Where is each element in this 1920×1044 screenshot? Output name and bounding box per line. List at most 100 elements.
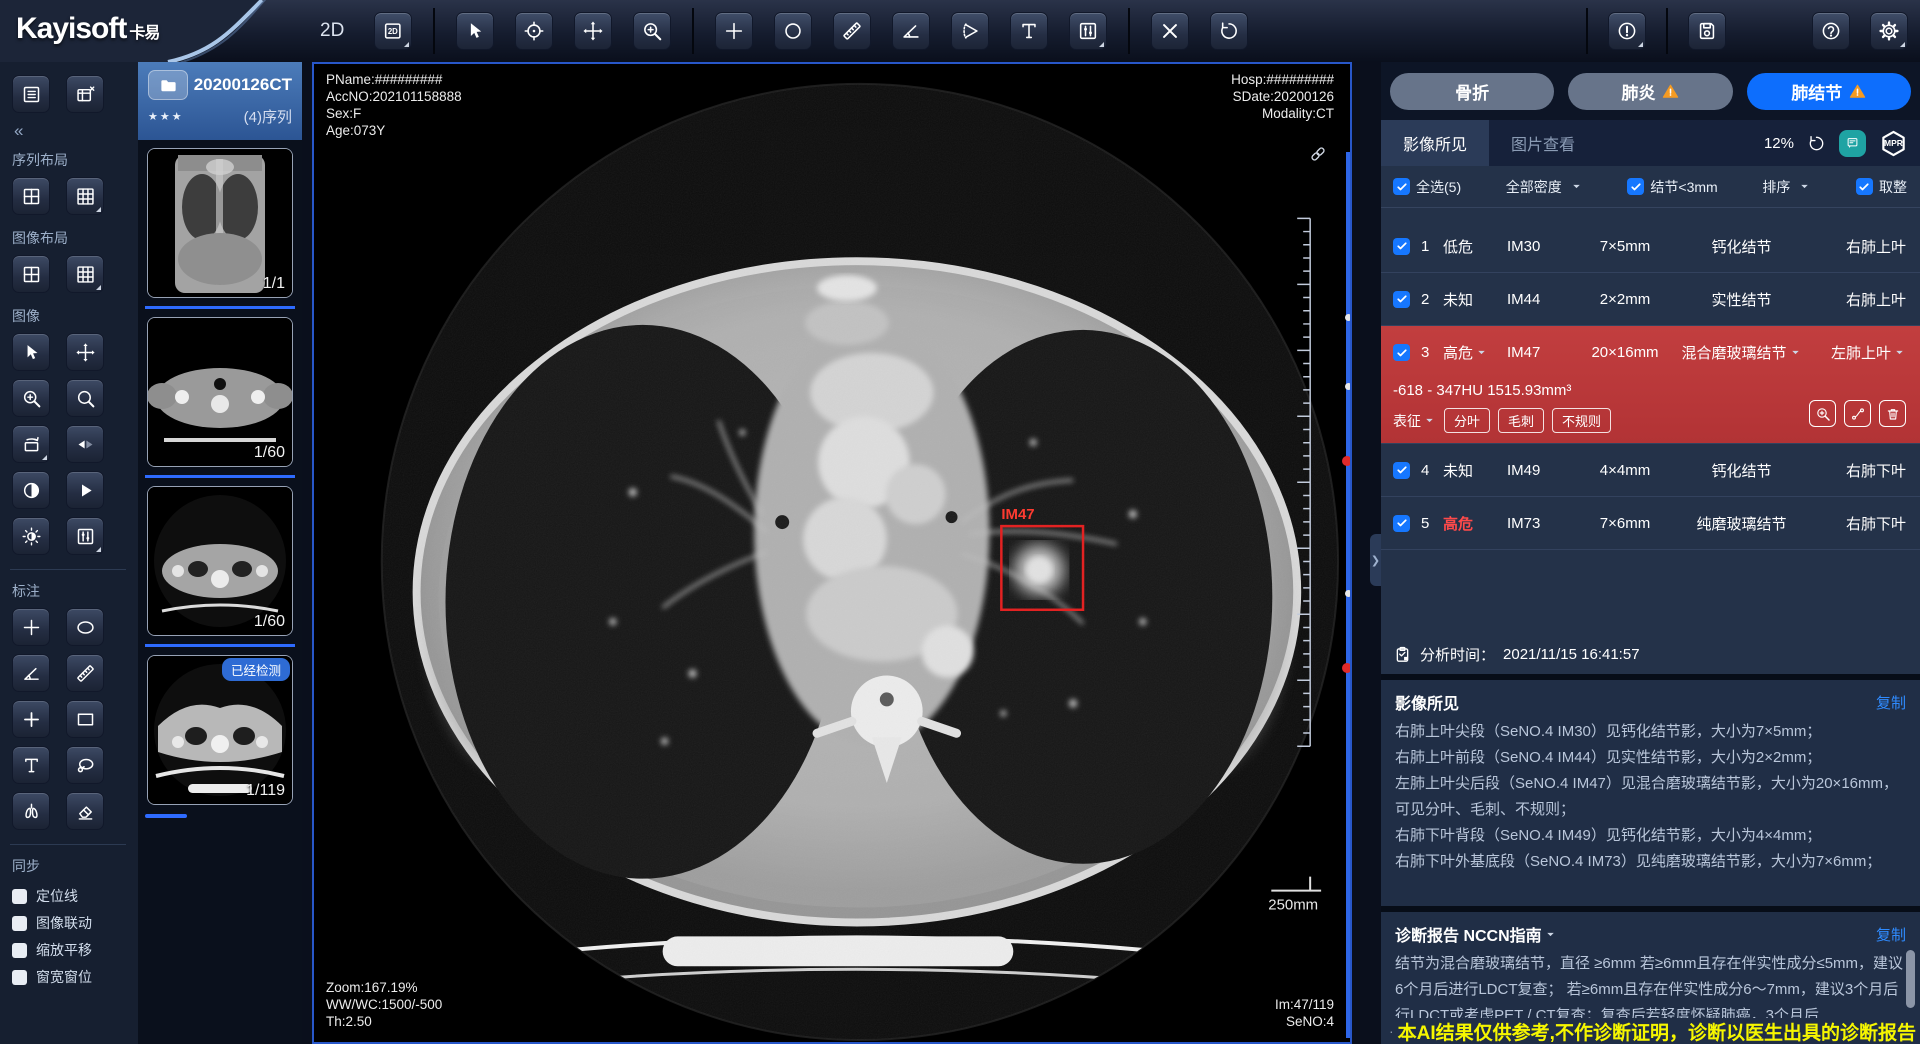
annot-point[interactable] [12, 700, 50, 738]
nodule-lobe[interactable]: 左肺上叶 [1806, 342, 1906, 363]
annot-freehand[interactable] [66, 746, 104, 784]
notice-button[interactable] [1608, 12, 1646, 50]
nodule-row-2[interactable]: 2未知IM442×2mm实性结节右肺上叶 [1381, 273, 1920, 326]
tool-crosshair[interactable] [715, 12, 753, 50]
series-thumbnail-3[interactable]: 1/60 [147, 486, 293, 636]
checkbox-unchecked-icon[interactable] [12, 943, 27, 958]
series-thumbnail-1[interactable]: 1/1 [147, 148, 293, 298]
sync-option-1[interactable]: 图像联动 [0, 906, 138, 933]
checkbox-unchecked-icon[interactable] [12, 970, 27, 985]
tool-cursor[interactable] [456, 12, 494, 50]
checkbox-checked[interactable] [1627, 178, 1644, 195]
image-zoom-in[interactable] [12, 379, 50, 417]
open-study-button[interactable] [148, 70, 188, 100]
report-preview-button[interactable] [1839, 130, 1866, 157]
tool-reset[interactable] [1210, 12, 1248, 50]
filter-sort-dropdown[interactable]: 排序 [1762, 177, 1811, 197]
checkbox-checked[interactable] [1393, 238, 1410, 255]
annot-eraser[interactable] [66, 792, 104, 830]
help-button[interactable] [1812, 12, 1850, 50]
nodule-marker[interactable] [1342, 663, 1352, 673]
save-button[interactable] [1688, 12, 1726, 50]
thumbnail-scroll-indicator[interactable] [145, 814, 187, 818]
annot-ellipse[interactable] [66, 608, 104, 646]
image-play[interactable] [66, 471, 104, 509]
tab-0[interactable]: 影像所见 [1381, 120, 1489, 166]
series-layout-more[interactable] [66, 177, 104, 215]
tool-cobb-angle[interactable] [951, 12, 989, 50]
panel-expand-handle[interactable]: ❯ [1370, 534, 1381, 586]
tool-window-level[interactable] [1069, 12, 1107, 50]
checkbox-unchecked-icon[interactable] [12, 916, 27, 931]
filter-density-dropdown[interactable]: 全部密度 [1506, 177, 1583, 197]
series-thumbnail-4[interactable]: 已经检测1/119 [147, 655, 293, 805]
sync-option-2[interactable]: 缩放平移 [0, 933, 138, 960]
filter-select-all[interactable]: 全选(5) [1393, 177, 1461, 197]
image-brightness[interactable] [12, 517, 50, 555]
tool-localizer[interactable] [515, 12, 553, 50]
checkbox-checked[interactable] [1393, 462, 1410, 479]
nodule-zoom-button[interactable] [1809, 400, 1836, 427]
checkbox-checked[interactable] [1856, 178, 1873, 195]
tab-1[interactable]: 图片查看 [1489, 120, 1597, 166]
tool-angle[interactable] [892, 12, 930, 50]
nodule-row-3[interactable]: 3高危IM4720×16mm混合磨玻璃结节左肺上叶 [1381, 326, 1920, 379]
module-肺炎[interactable]: 肺炎 [1568, 73, 1732, 110]
close-layout-button[interactable] [66, 75, 104, 113]
feature-tag[interactable]: 分叶 [1444, 408, 1490, 433]
nodule-type[interactable]: 混合磨玻璃结节 [1677, 342, 1806, 363]
settings-button[interactable] [1870, 12, 1908, 50]
image-layout-more[interactable] [66, 255, 104, 293]
checkbox-checked[interactable] [1393, 291, 1410, 308]
report-scrollbar-thumb[interactable] [1906, 950, 1915, 1008]
image-layout-2x2[interactable] [12, 255, 50, 293]
nodule-delete-button[interactable] [1879, 400, 1906, 427]
nodule-marker[interactable] [1345, 314, 1352, 321]
checkbox-unchecked-icon[interactable] [12, 889, 27, 904]
image-invert[interactable] [12, 471, 50, 509]
filter-round[interactable]: 取整 [1856, 177, 1907, 197]
findings-copy-button[interactable]: 复制 [1876, 692, 1906, 713]
module-骨折[interactable]: 骨折 [1390, 73, 1554, 110]
annot-ruler[interactable] [66, 654, 104, 692]
tool-delete[interactable] [1151, 12, 1189, 50]
tool-pan[interactable] [574, 12, 612, 50]
tool-zoom[interactable] [633, 12, 671, 50]
report-title[interactable]: 诊断报告 NCCN指南 [1395, 922, 1557, 946]
nodule-row-1[interactable]: 1低危IM307×5mm钙化结节右肺上叶 [1381, 220, 1920, 273]
feature-tag[interactable]: 毛刺 [1498, 408, 1544, 433]
image-cursor[interactable] [12, 333, 50, 371]
tool-2d-view[interactable]: 2D [374, 12, 412, 50]
annot-crosshair[interactable] [12, 608, 50, 646]
nodule-marker[interactable] [1345, 590, 1352, 597]
checkbox-checked[interactable] [1393, 178, 1410, 195]
feature-dropdown[interactable]: 表征 [1393, 411, 1436, 431]
sync-option-0[interactable]: 定位线 [0, 879, 138, 906]
image-viewport[interactable]: IM47 250mm PName:#########AccNO:20210115… [312, 62, 1352, 1044]
sidebar-collapse-button[interactable]: « [0, 113, 138, 141]
refresh-button[interactable] [1807, 134, 1826, 153]
nodule-row-4[interactable]: 4未知IM494×4mm钙化结节右肺下叶 [1381, 444, 1920, 497]
checkbox-checked[interactable] [1393, 344, 1410, 361]
annot-text[interactable] [12, 746, 50, 784]
link-icon[interactable] [1308, 144, 1328, 164]
series-list-button[interactable] [12, 75, 50, 113]
nodule-marker[interactable] [1345, 383, 1352, 390]
checkbox-checked[interactable] [1393, 515, 1410, 532]
nodule-marker[interactable] [1342, 456, 1352, 466]
filter-small-nodule[interactable]: 结节<3mm [1627, 177, 1717, 197]
nodule-row-5[interactable]: 5高危IM737×6mm纯磨玻璃结节右肺下叶 [1381, 497, 1920, 550]
annot-angle[interactable] [12, 654, 50, 692]
image-flip[interactable] [66, 425, 104, 463]
image-window-level[interactable] [66, 517, 104, 555]
tool-ellipse[interactable] [774, 12, 812, 50]
tool-text[interactable] [1010, 12, 1048, 50]
feature-tag[interactable]: 不规则 [1552, 408, 1611, 433]
sync-option-3[interactable]: 窗宽窗位 [0, 960, 138, 987]
mpr-button[interactable]: MPR [1879, 129, 1908, 158]
nodule-route-button[interactable] [1844, 400, 1871, 427]
report-copy-button[interactable]: 复制 [1876, 924, 1906, 945]
series-thumbnail-2[interactable]: 1/60 [147, 317, 293, 467]
image-magnifier[interactable] [66, 379, 104, 417]
module-肺结节[interactable]: 肺结节 [1747, 73, 1911, 110]
